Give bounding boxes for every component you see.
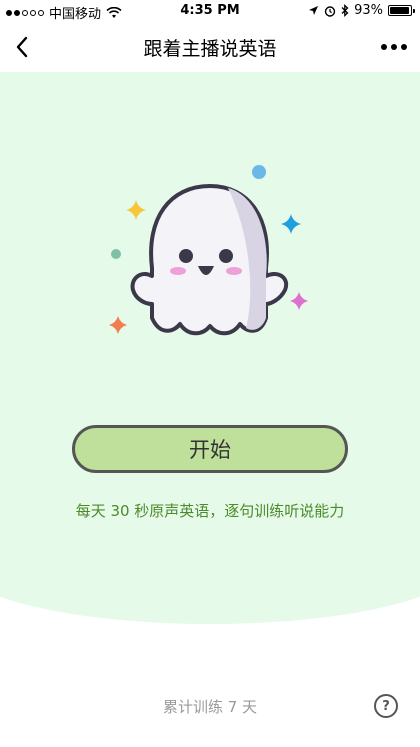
alarm-icon: [324, 5, 336, 17]
more-dot-icon: [391, 44, 397, 50]
nav-bar: 跟着主播说英语: [0, 22, 420, 72]
more-dot-icon: [401, 44, 407, 50]
battery-fill: [390, 7, 409, 14]
sparkle-yellow: [126, 200, 146, 220]
sparkle-dot-green: [111, 249, 121, 259]
chevron-left-icon: [16, 36, 28, 58]
sparkle-pink: [290, 292, 308, 310]
help-button[interactable]: ?: [374, 694, 398, 718]
start-button[interactable]: 开始: [72, 425, 348, 473]
status-right: 93%: [308, 3, 415, 18]
back-button[interactable]: [6, 30, 38, 64]
training-days-label: 累计训练 7 天: [162, 698, 258, 716]
sparkle-orange: [109, 316, 127, 334]
bluetooth-icon: [341, 4, 349, 17]
ghost-icon: [109, 165, 308, 336]
battery-icon: [388, 5, 415, 16]
sparkle-blue: [281, 214, 301, 234]
battery-percent: 93%: [354, 3, 383, 18]
screen: 中国移动 4:35 PM 93% 跟着主播说英语 开始 每天 30 秒原声英语，…: [0, 0, 420, 747]
sparkle-dot-blue: [252, 165, 266, 179]
tagline: 每天 30 秒原声英语，逐句训练听说能力: [75, 502, 345, 520]
page-title: 跟着主播说英语: [143, 38, 277, 60]
status-bar: 中国移动 4:35 PM 93%: [0, 0, 420, 22]
more-button[interactable]: [376, 36, 412, 58]
more-dot-icon: [381, 44, 387, 50]
location-icon: [309, 6, 319, 15]
ghost-illustration: [100, 158, 320, 348]
